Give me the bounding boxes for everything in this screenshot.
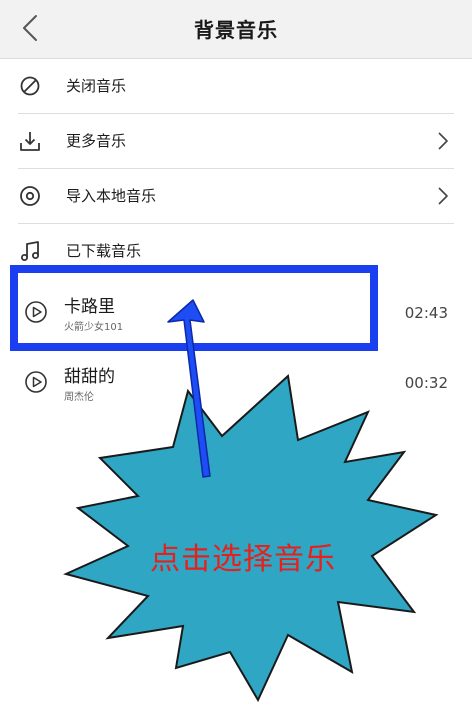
- song-duration: 00:32: [404, 374, 448, 392]
- song-title: 甜甜的: [64, 367, 115, 387]
- song-item[interactable]: 甜甜的 周杰伦 00:32: [0, 352, 472, 414]
- menu-item-more-music[interactable]: 更多音乐: [0, 114, 472, 168]
- song-title: 卡路里: [64, 297, 115, 317]
- page-title: 背景音乐: [194, 18, 278, 42]
- play-icon[interactable]: [24, 370, 48, 394]
- chevron-right-icon: [438, 187, 448, 205]
- menu-item-label: 关闭音乐: [66, 77, 127, 95]
- menu-item-import-local-music[interactable]: 导入本地音乐: [0, 169, 472, 223]
- chevron-right-icon: [438, 132, 448, 150]
- song-item[interactable]: 卡路里 火箭少女101 02:43: [0, 282, 472, 344]
- no-music-icon: [20, 76, 40, 96]
- callout-text: 点击选择音乐: [150, 542, 336, 577]
- download-icon: [20, 132, 40, 151]
- top-bar: 背景音乐: [0, 0, 472, 59]
- song-artist: 火箭少女101: [64, 322, 124, 333]
- menu-item-close-music[interactable]: 关闭音乐: [0, 59, 472, 113]
- menu-item-label: 导入本地音乐: [66, 187, 157, 205]
- play-icon[interactable]: [24, 300, 48, 324]
- song-artist: 周杰伦: [64, 392, 94, 403]
- disc-icon: [20, 186, 40, 206]
- screen: 背景音乐 关闭音乐 更多音乐 导入本地音乐 已下载音乐 卡路里 火箭少女101 …: [0, 0, 472, 711]
- music-note-icon: [21, 241, 39, 261]
- song-duration: 02:43: [404, 304, 448, 322]
- menu-item-downloaded-music: 已下载音乐: [0, 224, 472, 278]
- section-title: 已下载音乐: [66, 242, 142, 260]
- menu-item-label: 更多音乐: [66, 132, 127, 150]
